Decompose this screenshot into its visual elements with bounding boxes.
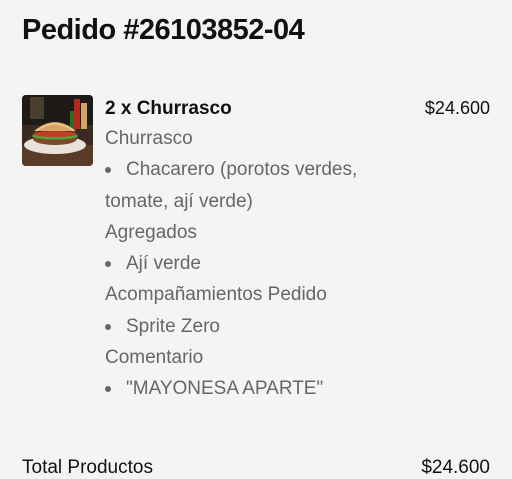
churrasco-sandwich-photo bbox=[22, 95, 93, 166]
section-title: Agregados bbox=[105, 221, 197, 243]
section-title: Acompañamientos Pedido bbox=[105, 284, 327, 306]
total-products-label: Total Productos bbox=[22, 457, 153, 478]
option-bullet: Ají verde bbox=[105, 248, 405, 279]
section-title: Comentario bbox=[105, 347, 204, 369]
section-title: Churrasco bbox=[105, 128, 193, 149]
option-bullet: Sprite Zero bbox=[105, 311, 405, 342]
order-title: Pedido #26103852-04 bbox=[22, 14, 305, 46]
item-name: 2 x Churrasco bbox=[105, 98, 232, 119]
item-price: $24.600 bbox=[424, 98, 490, 118]
option-bullet-continued: tomate, ají verde) bbox=[105, 190, 253, 212]
total-products-value: $24.600 bbox=[421, 457, 490, 478]
item-details: 2 x Churrasco Churrasco Chacarero (porot… bbox=[105, 95, 405, 405]
item-thumbnail bbox=[22, 95, 93, 166]
option-bullet: Chacarero (porotos verdes, bbox=[105, 154, 405, 185]
comment-bullet: "MAYONESA APARTE" bbox=[105, 373, 405, 404]
